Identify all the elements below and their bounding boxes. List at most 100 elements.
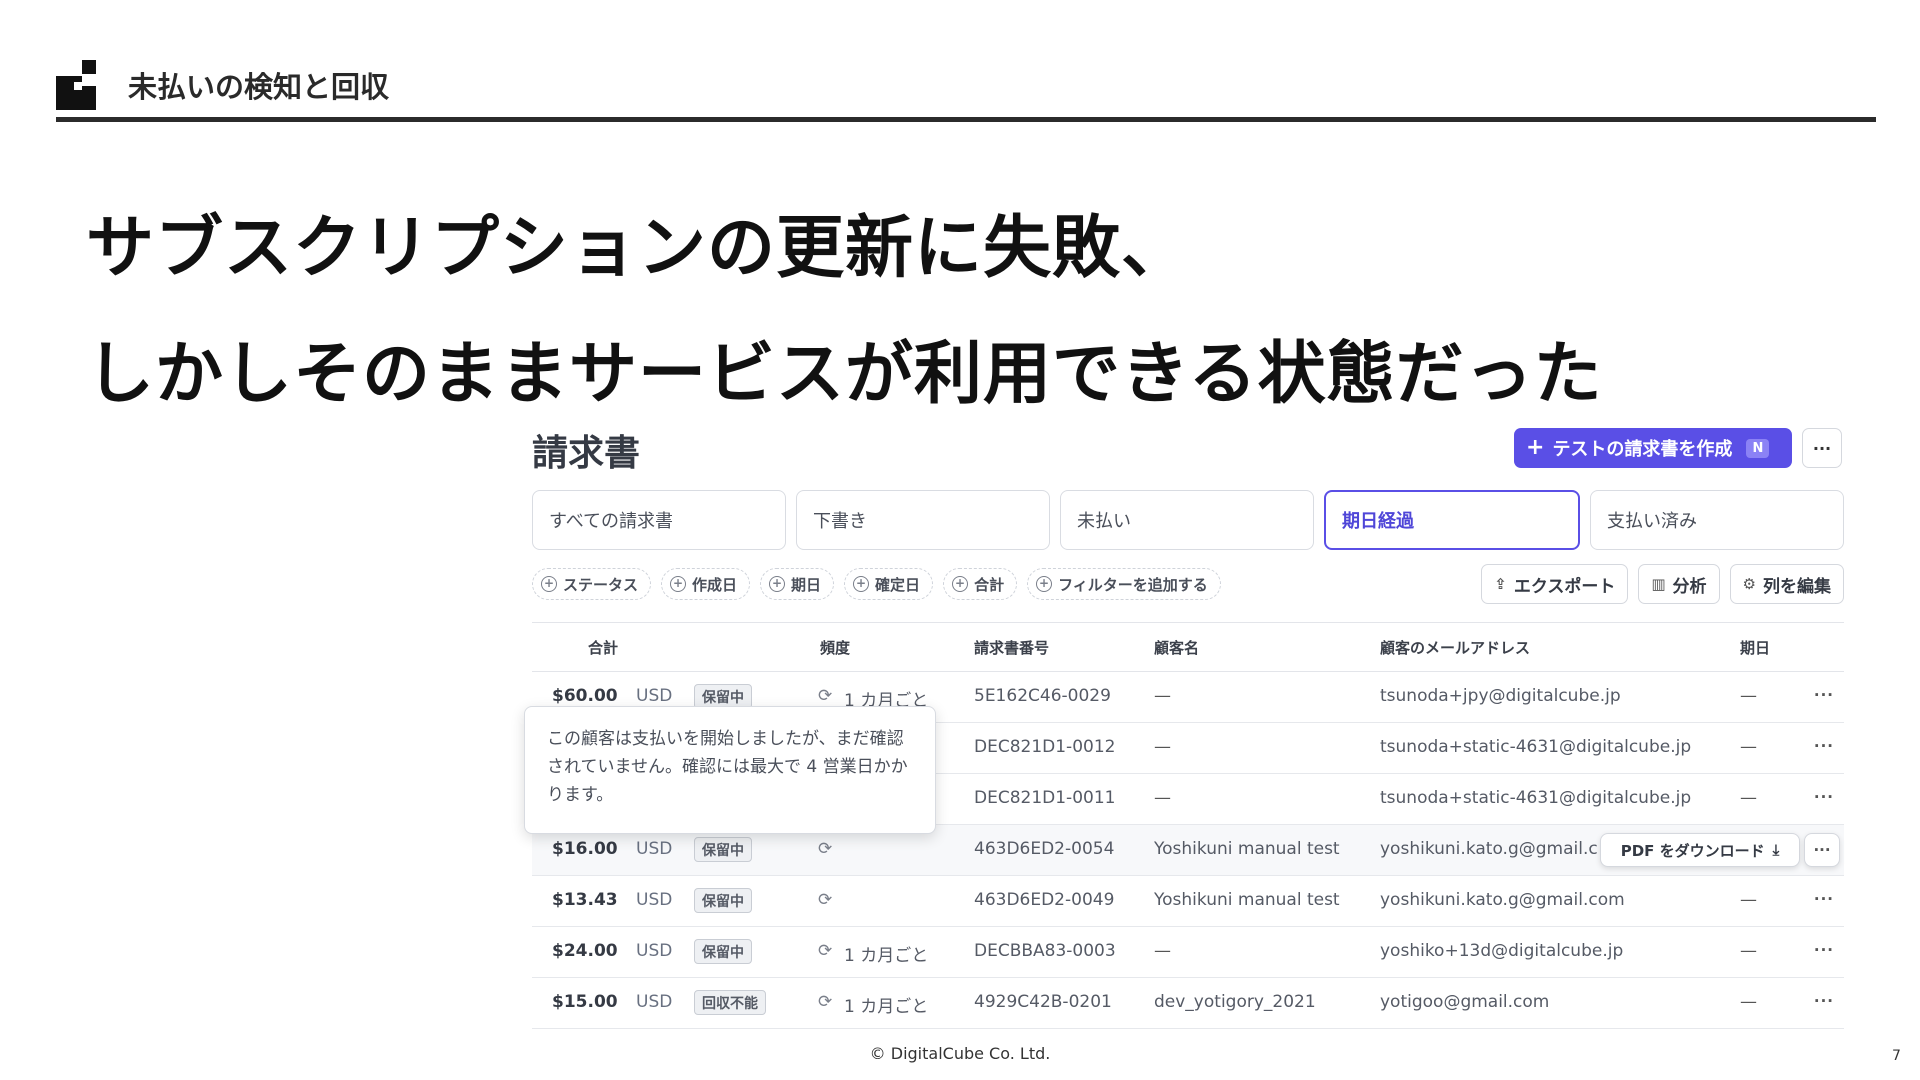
column-total[interactable]: 合計 [588, 637, 618, 658]
row-more-icon[interactable]: ··· [1814, 941, 1834, 959]
row-customer-name: — [1154, 941, 1171, 961]
recurring-icon: ⟳ [818, 890, 833, 910]
row-more-icon[interactable]: ··· [1814, 992, 1834, 1010]
tab-draft[interactable]: 下書き [796, 490, 1050, 550]
analyze-label: 分析 [1672, 576, 1707, 597]
row-customer-email: tsunoda+static-4631@digitalcube.jp [1380, 737, 1692, 757]
plus-circle-icon: + [1036, 576, 1053, 592]
column-frequency[interactable]: 頻度 [820, 637, 850, 658]
slide-header: 未払いの検知と回収 [56, 56, 1876, 122]
status-badge: 保留中 [694, 837, 752, 862]
pdf-download-button[interactable]: PDF をダウンロード ⤓ [1600, 833, 1800, 867]
row-frequency: 1 カ月ごと [844, 997, 929, 1017]
row-customer-name: — [1154, 686, 1171, 706]
bar-chart-icon: ▥ [1651, 575, 1666, 593]
filter-status[interactable]: + ステータス [532, 568, 652, 600]
filter-label: フィルターを追加する [1058, 575, 1208, 594]
tab-paid[interactable]: 支払い済み [1590, 490, 1844, 550]
filter-total[interactable]: + 合計 [943, 568, 1018, 600]
row-more-icon[interactable]: ··· [1814, 788, 1834, 806]
row-amount: $16.00 [552, 839, 618, 859]
row-currency: USD [636, 839, 673, 859]
row-customer-name: dev_yotigory_2021 [1154, 992, 1316, 1012]
row-invoice-number: DECBBA83-0003 [974, 941, 1116, 961]
filter-label: 確定日 [875, 575, 921, 594]
row-currency: USD [636, 992, 673, 1012]
row-currency: USD [636, 890, 673, 910]
column-due-date[interactable]: 期日 [1740, 637, 1770, 658]
column-invoice-number[interactable]: 請求書番号 [974, 637, 1049, 658]
plus-circle-icon: + [541, 576, 557, 592]
row-due-date: — [1740, 890, 1757, 910]
row-due-date: — [1740, 941, 1757, 961]
table-row[interactable]: $24.00 USD 保留中 ⟳ 1 カ月ごと DECBBA83-0003 — … [532, 927, 1844, 978]
table-row[interactable]: $15.00 USD 回収不能 ⟳ 1 カ月ごと 4929C42B-0201 d… [532, 978, 1844, 1029]
row-customer-email: tsunoda+jpy@digitalcube.jp [1380, 686, 1621, 706]
page-number: 7 [1892, 1048, 1901, 1064]
column-customer-email[interactable]: 顧客のメールアドレス [1380, 637, 1530, 658]
headline-line-2: しかしそのままサービスが利用できる状態だった [86, 335, 1603, 414]
row-invoice-number: 463D6ED2-0049 [974, 890, 1115, 910]
invoices-screenshot: 請求書 + テストの請求書を作成 N ··· すべての請求書 下書き 未払い 期… [524, 420, 1844, 1032]
filter-due-date[interactable]: + 期日 [760, 568, 835, 600]
tab-overdue[interactable]: 期日経過 [1324, 490, 1580, 550]
row-currency: USD [636, 941, 673, 961]
plus-circle-icon: + [853, 576, 870, 592]
row-customer-email: yotigoo@gmail.com [1380, 992, 1550, 1012]
row-due-date: — [1740, 737, 1757, 757]
row-customer-email: tsunoda+static-4631@digitalcube.jp [1380, 788, 1692, 808]
row-more-icon[interactable]: ··· [1814, 737, 1834, 755]
recurring-icon: ⟳ [818, 992, 833, 1012]
row-more-icon[interactable]: ··· [1814, 890, 1834, 908]
row-customer-name: — [1154, 737, 1171, 757]
table-actions: ⇪ エクスポート ▥ 分析 ⚙ 列を編集 [1481, 564, 1844, 604]
pdf-download-label: PDF をダウンロード [1620, 841, 1765, 860]
column-customer-name[interactable]: 顧客名 [1154, 637, 1199, 658]
digitalcube-logo [56, 60, 96, 110]
export-button[interactable]: ⇪ エクスポート [1481, 564, 1629, 604]
edit-columns-button[interactable]: ⚙ 列を編集 [1729, 564, 1844, 604]
table-header: 合計 頻度 請求書番号 顧客名 顧客のメールアドレス 期日 [532, 622, 1844, 672]
row-frequency: 1 カ月ごと [844, 946, 929, 966]
row-invoice-number: 4929C42B-0201 [974, 992, 1112, 1012]
status-badge: 回収不能 [694, 990, 766, 1015]
row-due-date: — [1740, 788, 1757, 808]
plus-circle-icon: + [769, 576, 786, 592]
recurring-icon: ⟳ [818, 941, 833, 961]
analyze-button[interactable]: ▥ 分析 [1638, 564, 1720, 604]
row-invoice-number: DEC821D1-0012 [974, 737, 1116, 757]
row-more-icon[interactable]: ··· [1814, 686, 1834, 704]
copyright-footer: © DigitalCube Co. Ltd. [869, 1044, 1051, 1063]
status-badge: 保留中 [694, 888, 752, 913]
table-row[interactable]: $13.43 USD 保留中 ⟳ 463D6ED2-0049 Yoshikuni… [532, 876, 1844, 927]
plus-circle-icon: + [670, 576, 687, 592]
row-more-icon[interactable]: ··· [1804, 833, 1840, 867]
gear-icon: ⚙ [1742, 575, 1756, 593]
row-amount: $15.00 [552, 992, 618, 1012]
tab-all-invoices[interactable]: すべての請求書 [532, 490, 786, 550]
plus-circle-icon: + [952, 576, 969, 592]
create-test-invoice-button[interactable]: + テストの請求書を作成 N [1514, 428, 1792, 468]
pending-payment-tooltip: この顧客は支払いを開始しましたが、まだ確認されていません。確認には最大で 4 営… [524, 706, 936, 834]
row-customer-email: yoshiko+13d@digitalcube.jp [1380, 941, 1624, 961]
recurring-icon: ⟳ [818, 686, 833, 706]
row-customer-email: yoshikuni.kato.g@gmail.c [1380, 839, 1598, 859]
invoices-title: 請求書 [532, 433, 641, 474]
tab-unpaid[interactable]: 未払い [1060, 490, 1314, 550]
invoice-tabs: すべての請求書 下書き 未払い 期日経過 支払い済み [532, 490, 1844, 550]
row-invoice-number: DEC821D1-0011 [974, 788, 1116, 808]
row-amount: $24.00 [552, 941, 618, 961]
add-filter-button[interactable]: + フィルターを追加する [1027, 568, 1221, 600]
row-due-date: — [1740, 992, 1757, 1012]
export-icon: ⇪ [1494, 575, 1507, 593]
filter-label: ステータス [563, 575, 639, 594]
row-customer-email: yoshikuni.kato.g@gmail.com [1380, 890, 1625, 910]
row-customer-name: Yoshikuni manual test [1154, 890, 1340, 910]
more-options-button[interactable]: ··· [1802, 428, 1842, 468]
headline-line-1: サブスクリプションの更新に失敗、 [86, 209, 1191, 288]
filter-created-date[interactable]: + 作成日 [661, 568, 751, 600]
filter-label: 合計 [974, 575, 1005, 594]
filter-finalized-date[interactable]: + 確定日 [844, 568, 934, 600]
filter-label: 期日 [791, 575, 822, 594]
row-invoice-number: 5E162C46-0029 [974, 686, 1111, 706]
